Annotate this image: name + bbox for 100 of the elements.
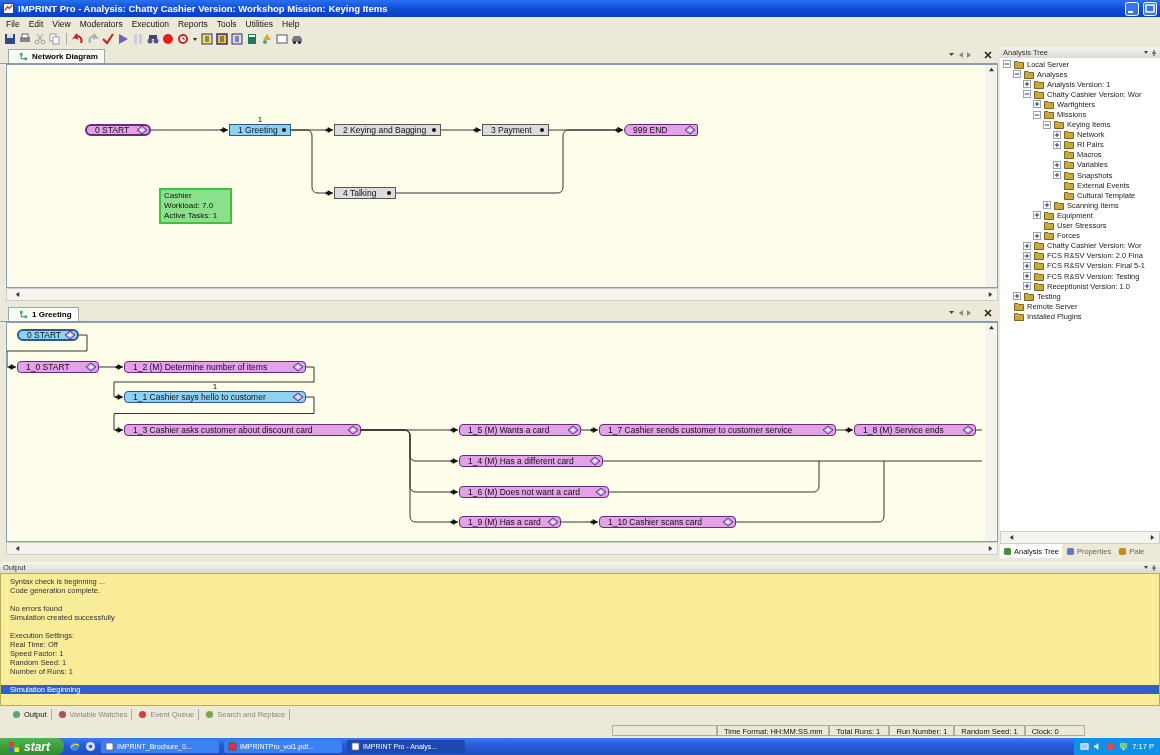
- scroll-right-icon[interactable]: [988, 291, 993, 298]
- binoculars-icon[interactable]: [147, 32, 159, 45]
- minimize-icon[interactable]: [1125, 1, 1139, 16]
- scroll-left-icon[interactable]: [1009, 534, 1014, 541]
- menu-item[interactable]: File: [6, 18, 20, 29]
- menu-item[interactable]: Help: [282, 18, 300, 29]
- page-icon[interactable]: [216, 32, 228, 45]
- expand-icon[interactable]: [1043, 201, 1051, 210]
- clock-icon[interactable]: [177, 32, 189, 45]
- horizontal-scrollbar[interactable]: [1000, 531, 1160, 544]
- task-node[interactable]: 1_3 Cashier asks customer about discount card: [124, 424, 361, 436]
- menu-item[interactable]: Utilities: [245, 18, 273, 29]
- tab-icon: [12, 709, 21, 719]
- task-node[interactable]: 1_4 (M) Has a different card: [459, 455, 603, 467]
- scroll-right-icon[interactable]: [1150, 534, 1155, 541]
- vertical-scrollbar[interactable]: [985, 323, 997, 541]
- menu-item[interactable]: Moderators: [79, 18, 123, 29]
- close-icon[interactable]: [984, 309, 992, 317]
- diamond-icon: [292, 392, 304, 402]
- undo-icon[interactable]: [72, 32, 84, 45]
- expand-icon[interactable]: [1053, 171, 1061, 180]
- maximize-icon[interactable]: [1143, 1, 1157, 16]
- close-icon[interactable]: [984, 51, 992, 59]
- network-node[interactable]: 3 Payment: [482, 124, 549, 136]
- tab-icon: [138, 709, 148, 719]
- collapse-icon[interactable]: [1013, 70, 1021, 79]
- expand-icon[interactable]: [1053, 161, 1061, 169]
- network-node[interactable]: 2 Keying and Bagging: [334, 124, 441, 136]
- expand-icon[interactable]: [1023, 251, 1031, 260]
- task-node[interactable]: 1_8 (M) Service ends: [854, 424, 976, 436]
- menu-item[interactable]: Reports: [178, 18, 208, 29]
- window-icon[interactable]: [276, 32, 288, 45]
- task-node[interactable]: 1_6 (M) Does not want a card: [459, 486, 609, 498]
- connector: [835, 427, 854, 433]
- diamond-icon: [347, 425, 359, 435]
- diamond-icon: [85, 362, 97, 372]
- task-node[interactable]: 1_2 (M) Determine number of items: [124, 361, 306, 373]
- expand-icon[interactable]: [1023, 282, 1031, 291]
- pin-icon[interactable]: [1143, 48, 1157, 57]
- pin-icon[interactable]: [1143, 563, 1157, 572]
- status-text: Workload: 7.0: [164, 201, 215, 211]
- status-text: Cashier: [164, 191, 193, 201]
- play-icon[interactable]: [117, 32, 129, 45]
- diagram-icon: [19, 310, 28, 319]
- end-node[interactable]: 999 END: [624, 124, 698, 136]
- tab-icon: [1003, 546, 1012, 556]
- task-node[interactable]: 1_9 (M) Has a card: [459, 516, 561, 528]
- connector: [560, 519, 599, 525]
- horizontal-scrollbar[interactable]: [6, 542, 998, 555]
- task-node[interactable]: 1_7 Cashier sends customer to customer service: [599, 424, 836, 436]
- expand-icon[interactable]: [1033, 100, 1041, 109]
- record-icon[interactable]: [162, 32, 174, 45]
- menu-item[interactable]: Execution: [131, 18, 169, 29]
- task-node[interactable]: 1_10 Cashier scans card: [599, 516, 736, 528]
- calculator-icon[interactable]: [246, 32, 258, 45]
- page-icon[interactable]: [231, 32, 243, 45]
- task-node[interactable]: 1_1 Cashier says hello to customer: [124, 391, 306, 403]
- scroll-left-icon[interactable]: [15, 291, 20, 298]
- pane-tab[interactable]: Network Diagram: [8, 49, 105, 63]
- collapse-icon[interactable]: [1043, 120, 1051, 129]
- collapse-icon[interactable]: [1003, 60, 1011, 69]
- menu-item[interactable]: View: [52, 18, 71, 29]
- page-icon[interactable]: [201, 32, 213, 45]
- horizontal-scrollbar[interactable]: [6, 288, 998, 301]
- network-icon[interactable]: [1080, 742, 1090, 751]
- expand-icon[interactable]: [1053, 140, 1061, 149]
- menu-item[interactable]: Tools: [216, 18, 237, 29]
- expand-icon[interactable]: [1033, 211, 1041, 220]
- collapse-icon[interactable]: [1033, 110, 1041, 119]
- start-node[interactable]: 0 START: [17, 329, 79, 341]
- browser-icon[interactable]: [69, 741, 80, 752]
- save-icon[interactable]: [4, 32, 16, 45]
- count-label: 1: [211, 382, 219, 391]
- diagram-icon: [19, 52, 28, 61]
- check-icon[interactable]: [102, 32, 114, 45]
- scroll-up-icon[interactable]: [987, 67, 995, 72]
- pane-tab[interactable]: 1 Greeting: [8, 307, 79, 321]
- expand-icon[interactable]: [1023, 241, 1031, 250]
- start-node[interactable]: 0 START: [85, 124, 151, 136]
- scroll-left-icon[interactable]: [15, 545, 20, 552]
- network-node[interactable]: 4 Talking: [334, 187, 396, 199]
- expand-icon[interactable]: [1013, 292, 1021, 301]
- tab-icon: [1066, 546, 1076, 556]
- expand-icon[interactable]: [1033, 231, 1041, 240]
- network-node[interactable]: 1 Greeting: [229, 124, 291, 136]
- tab-icon: [205, 709, 215, 719]
- vertical-scrollbar[interactable]: [985, 65, 997, 287]
- menu-item[interactable]: Edit: [28, 18, 44, 29]
- print-icon[interactable]: [19, 32, 31, 45]
- expand-icon[interactable]: [1023, 261, 1031, 270]
- task-node[interactable]: 1_5 (M) Wants a card: [459, 424, 581, 436]
- diamond-icon: [136, 125, 148, 135]
- task-node[interactable]: 1_0 START: [17, 361, 99, 373]
- collapse-icon[interactable]: [1023, 90, 1031, 99]
- expand-icon[interactable]: [1023, 272, 1031, 280]
- scroll-up-icon[interactable]: [987, 325, 995, 330]
- desktop-icon[interactable]: [85, 741, 96, 752]
- expand-icon[interactable]: [1023, 80, 1031, 89]
- scroll-right-icon[interactable]: [988, 545, 993, 552]
- expand-icon[interactable]: [1053, 130, 1061, 139]
